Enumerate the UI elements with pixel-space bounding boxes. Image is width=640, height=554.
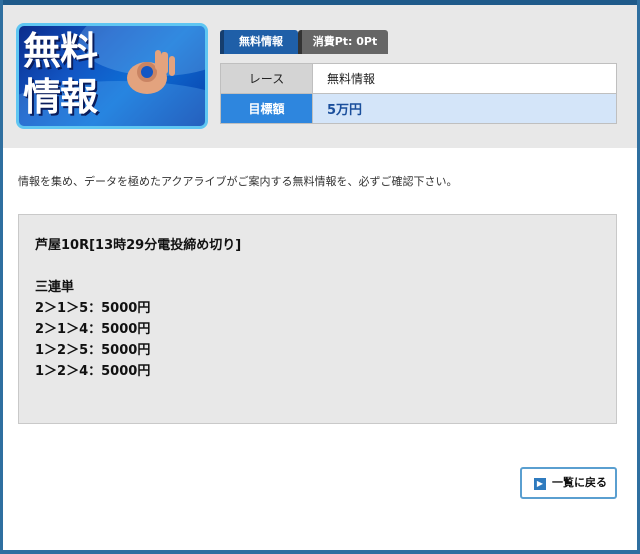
race-value: 無料情報: [312, 63, 617, 94]
race-label: レース: [220, 63, 313, 94]
table-row: 目標額 5万円: [220, 93, 617, 124]
ok-hand-icon: [127, 50, 175, 94]
intro-text: 情報を集め、データを極めたアクアライブがご案内する無料情報を、必ずご確認下さい。: [18, 175, 458, 188]
back-to-list-button[interactable]: ▶ 一覧に戻る: [520, 467, 617, 499]
info-table: レース 無料情報 目標額 5万円: [220, 63, 617, 124]
race-title: 芦屋10R[13時29分電投締め切り]: [35, 238, 242, 253]
arrow-right-icon: ▶: [534, 478, 546, 490]
logo-text-line: 無料: [23, 29, 98, 73]
logo-text: 無料 情報: [23, 28, 113, 120]
logo-text-line: 情報: [23, 75, 98, 119]
tab-free-info[interactable]: 無料情報: [220, 30, 298, 54]
table-row: レース 無料情報: [220, 63, 617, 94]
window-frame-bottom: [0, 550, 640, 554]
target-amount-value: 5万円: [312, 93, 617, 124]
target-amount-label: 目標額: [220, 93, 313, 124]
back-to-list-label: 一覧に戻る: [552, 476, 607, 489]
points-consumed-badge: 消費Pt: 0Pt: [298, 30, 388, 54]
bet-line: 1＞2＞5：5000円: [35, 343, 151, 358]
free-info-logo: 無料 情報: [16, 23, 208, 129]
prediction-box: 芦屋10R[13時29分電投締め切り] 三連単 2＞1＞5：5000円 2＞1＞…: [18, 214, 617, 424]
bet-line: 2＞1＞5：5000円: [35, 301, 151, 316]
bet-type: 三連単: [35, 280, 75, 295]
bet-line: 2＞1＞4：5000円: [35, 322, 151, 337]
bet-line: 1＞2＞4：5000円: [35, 364, 151, 379]
